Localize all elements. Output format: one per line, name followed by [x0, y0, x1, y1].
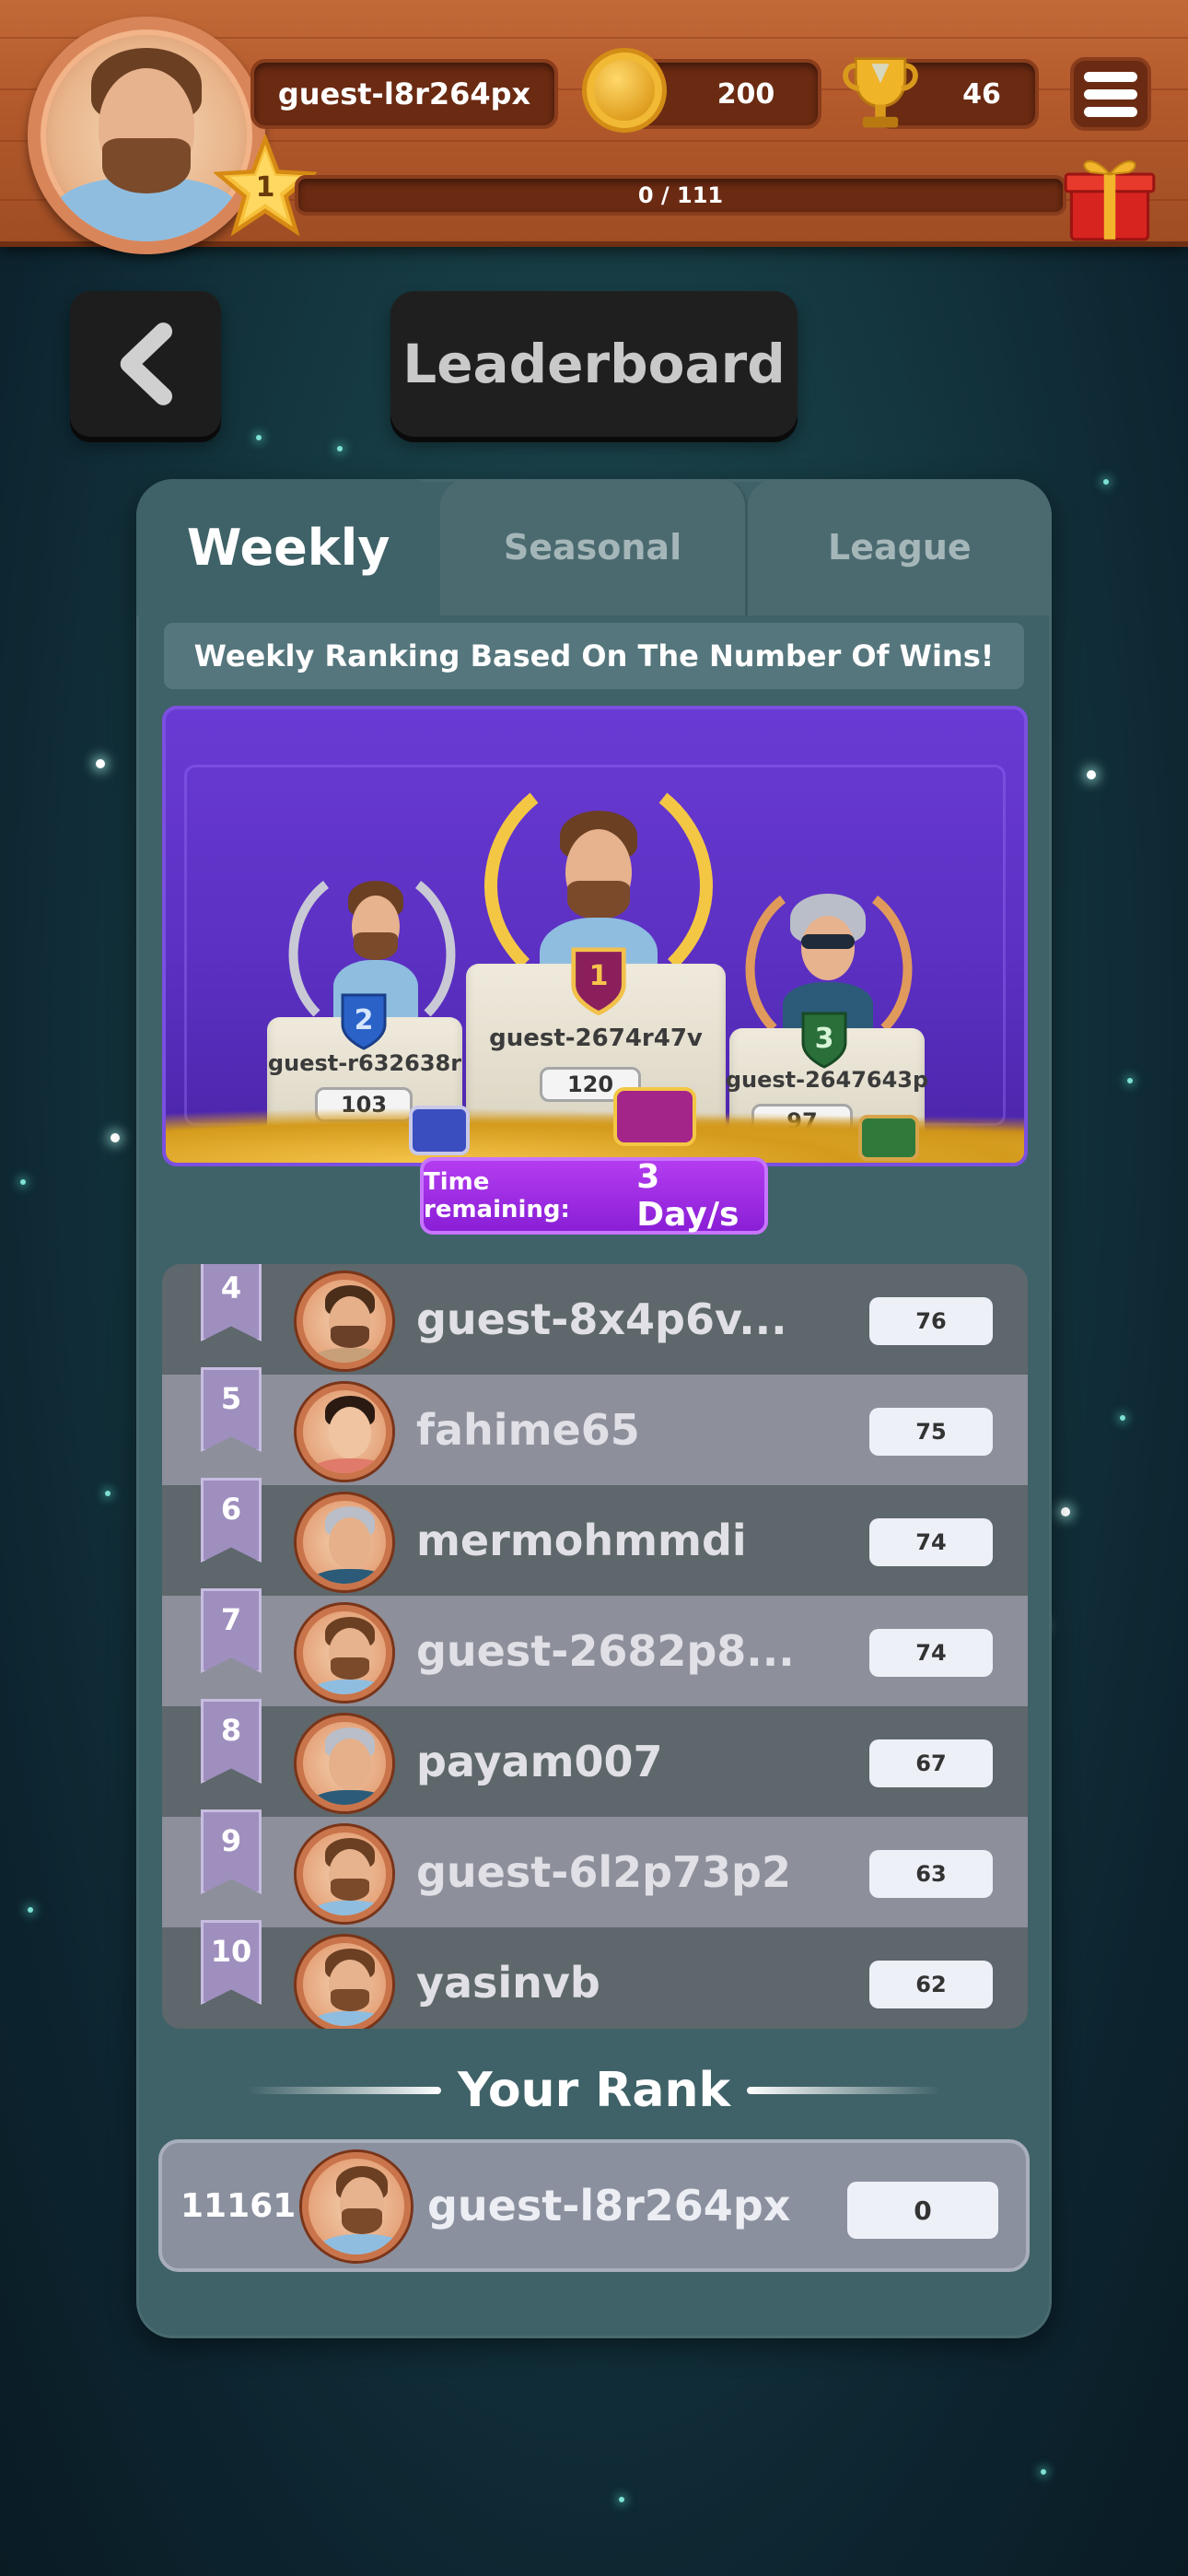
trophy-icon	[836, 48, 925, 136]
tab-league[interactable]: League	[747, 479, 1052, 615]
leaderboard-row[interactable]: 10 yasinvb 62	[162, 1920, 1028, 2029]
player-name: mermohmmdi	[416, 1516, 747, 1565]
leaderboard-row[interactable]: 9 guest-6l2p73p2 63	[162, 1809, 1028, 1927]
rank-ribbon: 9	[201, 1809, 262, 1894]
player-name: payam007	[416, 1737, 663, 1786]
player-name: guest-2682p8...	[416, 1626, 795, 1676]
chest-icon	[858, 1115, 919, 1161]
player-score: 62	[869, 1961, 993, 2008]
leaderboard-tabs: Weekly Seasonal League	[136, 479, 1052, 615]
rank-ribbon: 5	[201, 1367, 262, 1452]
xp-progress-bar: 0 / 111	[295, 175, 1066, 216]
player-name: guest-8x4p6v...	[416, 1294, 787, 1344]
menu-button[interactable]	[1070, 57, 1151, 131]
player-avatar	[297, 1826, 392, 1922]
chest-icon	[613, 1087, 696, 1146]
leaderboard-row[interactable]: 7 guest-2682p8... 74	[162, 1588, 1028, 1706]
username-display: guest-l8r264px	[250, 59, 558, 129]
top-bar: guest-l8r264px 1 200 46 0 / 111	[0, 0, 1188, 254]
your-rank-avatar	[302, 2152, 411, 2261]
ranking-list: 4 guest-8x4p6v... 76 5 fahime65 75 6 mermohmmdi…	[162, 1264, 1028, 2029]
back-arrow-icon	[120, 322, 173, 405]
second-place-name: guest-r632638r	[267, 1050, 462, 1076]
player-avatar	[297, 1494, 392, 1590]
player-score: 75	[869, 1408, 993, 1456]
rank-ribbon: 8	[201, 1699, 262, 1784]
player-score: 76	[869, 1297, 993, 1345]
gift-icon[interactable]	[1061, 147, 1159, 243]
top-three-podium: 2 guest-r632638r 103 1 guest-2674r47v 12…	[162, 706, 1028, 1166]
tab-weekly[interactable]: Weekly	[136, 479, 441, 615]
time-remaining-value: 3 Day/s	[636, 1158, 740, 1234]
time-remaining-label: Time remaining:	[424, 1168, 570, 1224]
player-avatar	[297, 1715, 392, 1811]
xp-progress-text: 0 / 111	[637, 182, 724, 208]
player-avatar	[297, 1273, 392, 1369]
time-remaining-badge: Time remaining: 3 Day/s	[420, 1157, 768, 1235]
leaderboard-row[interactable]: 4 guest-8x4p6v... 76	[162, 1264, 1028, 1375]
your-rank-score: 0	[847, 2182, 998, 2239]
ranking-description: Weekly Ranking Based On The Number Of Wi…	[164, 623, 1024, 689]
your-rank-name: guest-l8r264px	[427, 2181, 791, 2231]
rank-ribbon: 7	[201, 1588, 262, 1673]
leaderboard-row[interactable]: 5 fahime65 75	[162, 1367, 1028, 1485]
player-score: 74	[869, 1629, 993, 1677]
player-avatar	[297, 1937, 392, 2029]
coin-icon	[582, 48, 667, 133]
leaderboard-row[interactable]: 6 mermohmmdi 74	[162, 1478, 1028, 1596]
rank-2-badge: 2	[339, 991, 389, 1050]
player-name: guest-6l2p73p2	[416, 1847, 791, 1897]
leaderboard-row[interactable]: 8 payam007 67	[162, 1699, 1028, 1817]
player-avatar	[297, 1384, 392, 1480]
player-name: fahime65	[416, 1405, 640, 1455]
rank-ribbon: 6	[201, 1478, 262, 1563]
page-title: Leaderboard	[390, 291, 798, 437]
first-place-name: guest-2674r47v	[489, 1025, 703, 1052]
player-score: 67	[869, 1739, 993, 1787]
player-score: 63	[869, 1850, 993, 1898]
rank-3-badge: 3	[799, 1010, 849, 1069]
menu-icon	[1084, 71, 1137, 82]
back-button[interactable]	[70, 291, 221, 437]
player-score: 74	[869, 1518, 993, 1566]
rank-ribbon: 10	[201, 1920, 262, 2005]
chest-icon	[409, 1106, 470, 1155]
your-rank-title: Your Rank	[457, 2063, 731, 2118]
tab-seasonal[interactable]: Seasonal	[440, 479, 748, 615]
rank-1-badge: 1	[569, 945, 628, 1016]
rank-ribbon: 4	[201, 1264, 262, 1341]
your-rank-number: 11161	[181, 2186, 297, 2225]
player-avatar	[297, 1605, 392, 1701]
your-rank-row[interactable]: 11161 guest-l8r264px 0	[158, 2139, 1030, 2272]
player-name: yasinvb	[416, 1958, 600, 2008]
your-rank-heading: Your Rank	[236, 2058, 952, 2123]
third-place-name: guest-2647643p	[725, 1067, 929, 1093]
